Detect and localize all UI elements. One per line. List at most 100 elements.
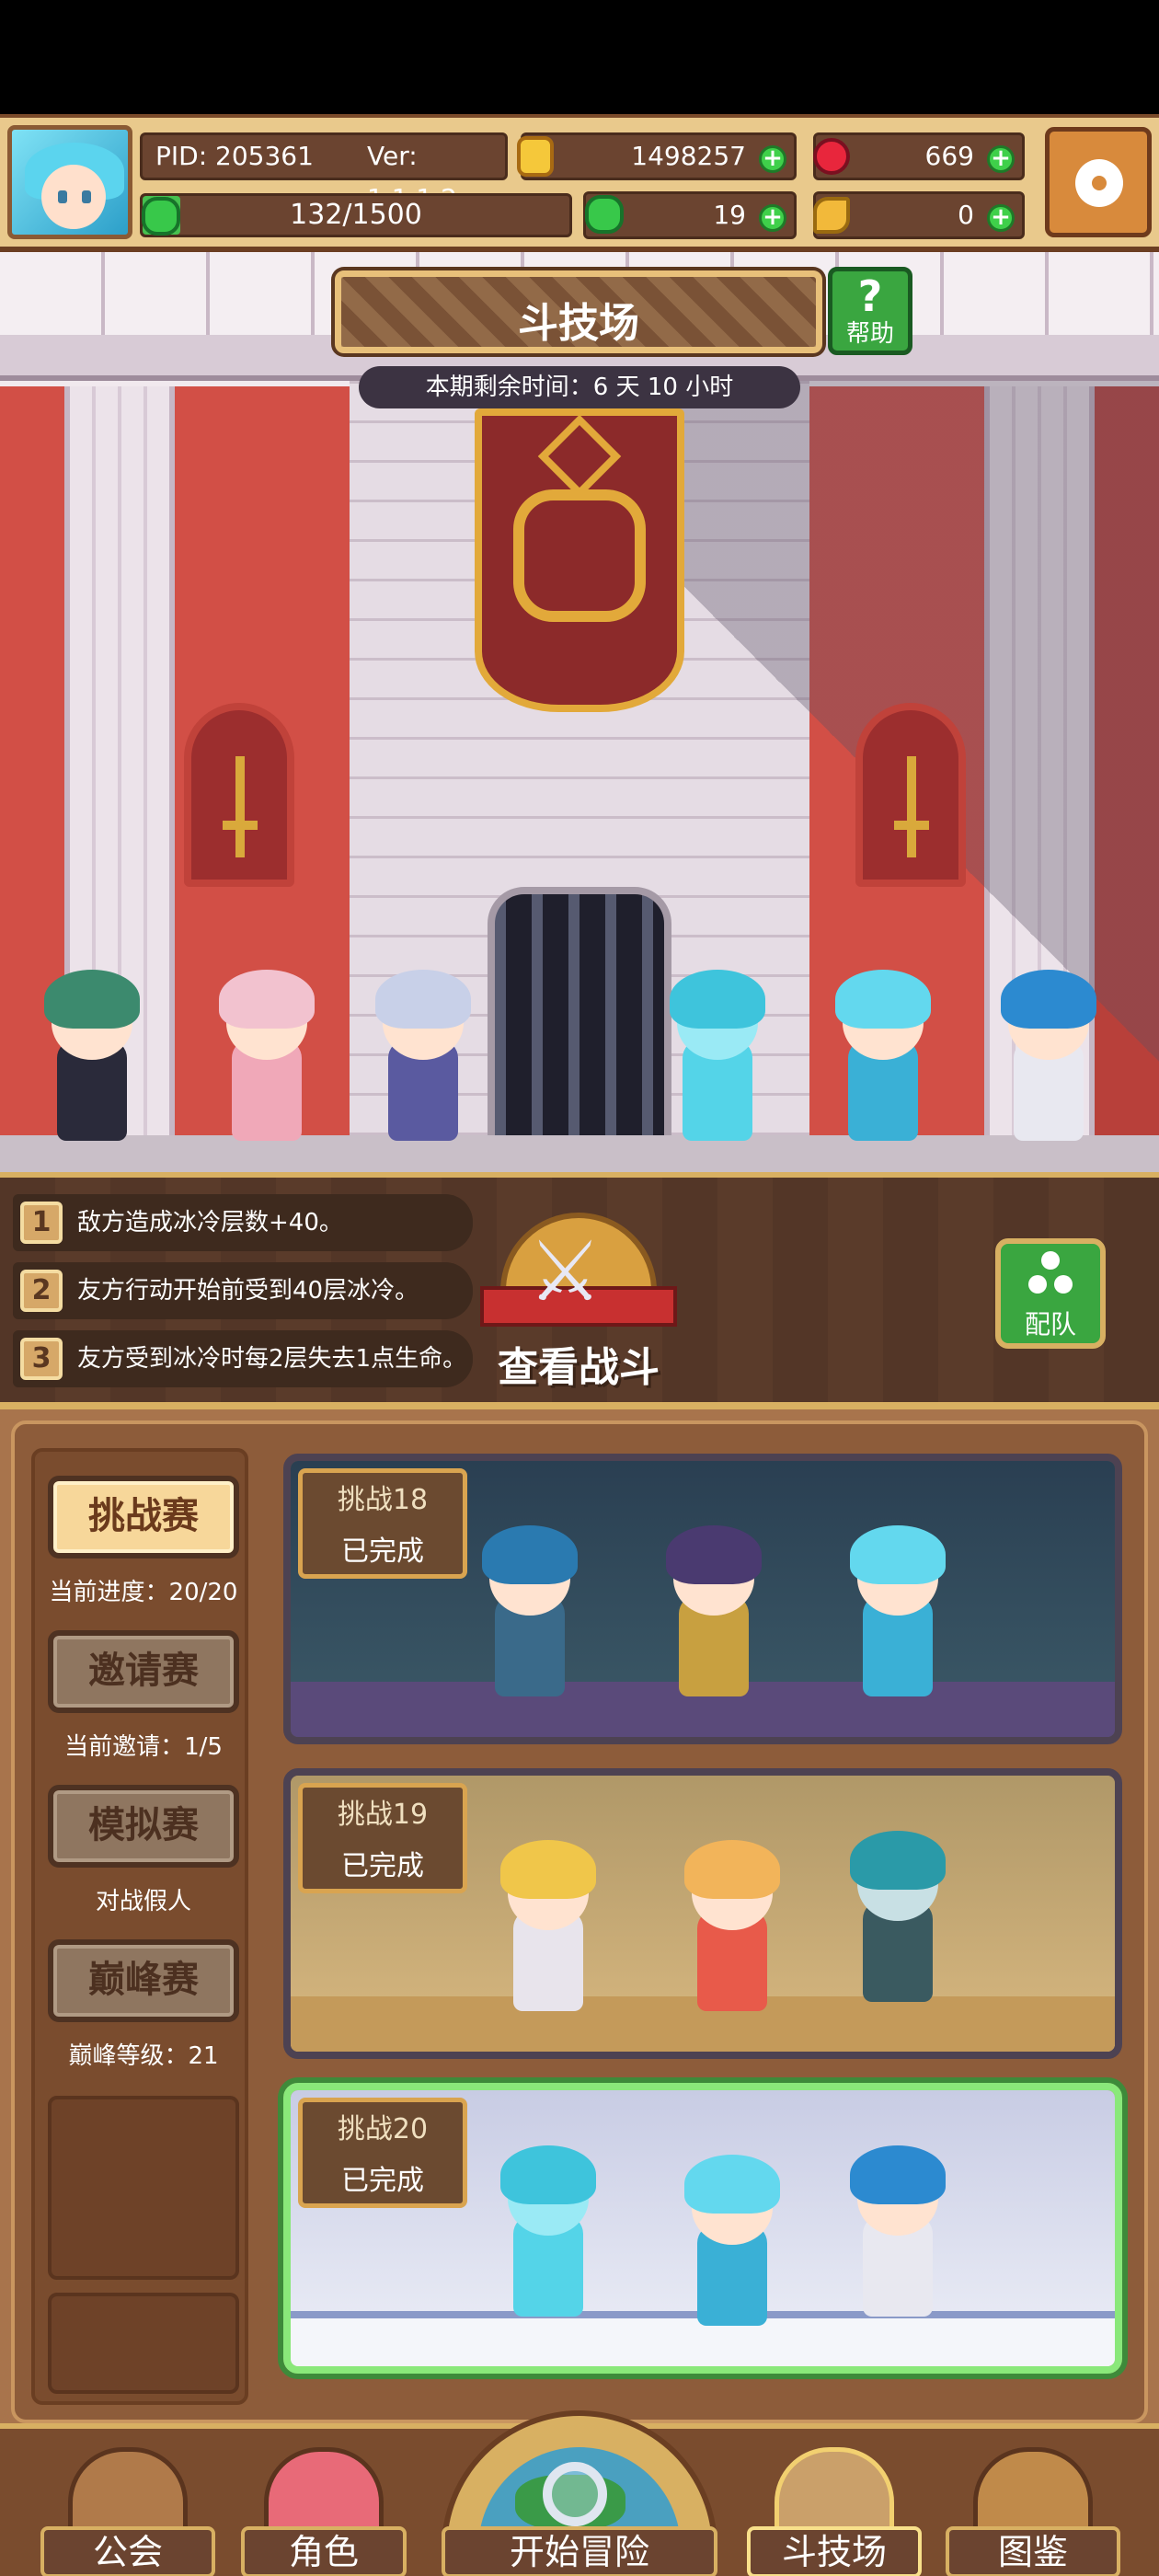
wall-niche: [855, 703, 966, 887]
rule-text: 友方行动开始前受到40层冰冷。: [77, 1277, 419, 1305]
nav-character-label: 角色: [241, 2526, 407, 2576]
hero-hair: [500, 2145, 596, 2204]
enemy-hero-ice-spirit: [493, 2136, 603, 2320]
avatar[interactable]: [7, 125, 132, 239]
challenge-status: 已完成: [341, 2165, 424, 2197]
challenge-panel: 挑战赛 当前进度：20/20 邀请赛 当前邀请：1/5 模拟赛 对战假人 巅峰赛…: [0, 1402, 1159, 2423]
challenge-label: 挑战18 已完成: [298, 1468, 467, 1579]
key-icon: [813, 197, 850, 234]
gem-amount: 669: [924, 141, 974, 171]
red-gem-icon: [813, 138, 850, 175]
rule-item: 1 敌方造成冰冷层数+40。: [13, 1194, 473, 1251]
hero-hair: [219, 970, 315, 1029]
key-amount: 0: [958, 200, 974, 230]
challenge-label: 挑战20 已完成: [298, 2098, 467, 2208]
top-hud: PID: 205361 Ver: 1.1.1.2 1498257 + 669 +…: [0, 114, 1159, 252]
avatar-eye: [58, 190, 67, 203]
mode-invitational-button[interactable]: 邀请赛: [48, 1630, 239, 1713]
gold-pill: 1498257 +: [521, 132, 797, 180]
enemy-hero-ice-maiden: [843, 1516, 953, 1700]
settings-button[interactable]: [1045, 127, 1152, 237]
challenge-status: 已完成: [341, 1850, 424, 1882]
arena-rules-panel: 1 敌方造成冰冷层数+40。 2 友方行动开始前受到40层冰冷。 3 友方受到冰…: [0, 1172, 1159, 1402]
arena-banner: [475, 408, 684, 712]
rule-text: 敌方造成冰冷层数+40。: [77, 1209, 343, 1236]
wall-niche: [184, 703, 294, 887]
season-timer: 本期剩余时间：6 天 10 小时: [359, 366, 800, 408]
enemy-hero-dragon-girl: [475, 1516, 585, 1700]
help-button[interactable]: ? 帮助: [828, 267, 912, 355]
challenge-card-20[interactable]: 挑战20 已完成: [283, 2083, 1122, 2374]
arena-title: 斗技场: [518, 300, 639, 347]
hero-hair: [850, 1525, 946, 1584]
hero-hair: [44, 970, 140, 1029]
challenge-status: 已完成: [341, 1535, 424, 1568]
challenge-name: 挑战20: [337, 2113, 429, 2145]
team-icon: [1027, 1251, 1074, 1299]
rule-text: 友方受到冰冷时每2层失去1点生命。: [77, 1345, 467, 1373]
add-gold-plus-icon[interactable]: +: [759, 145, 786, 173]
ally-hero-bear: [212, 960, 322, 1144]
team-setup-button[interactable]: 配队: [995, 1238, 1106, 1349]
ally-hero-bunny: [37, 960, 147, 1144]
add-key-plus-icon[interactable]: +: [987, 204, 1015, 232]
hero-hair: [666, 1525, 762, 1584]
nav-arena[interactable]: 斗技场: [747, 2447, 922, 2576]
avatar-eye: [82, 190, 91, 203]
nav-adventure-label: 开始冒险: [442, 2526, 717, 2576]
add-clover-plus-icon[interactable]: +: [759, 204, 786, 232]
help-label: 帮助: [845, 320, 894, 348]
arena-gate: [488, 887, 671, 1172]
mode-sidebar: 挑战赛 当前进度：20/20 邀请赛 当前邀请：1/5 模拟赛 对战假人 巅峰赛…: [31, 1448, 248, 2405]
challenge-name: 挑战19: [337, 1799, 429, 1831]
enemy-hero-cat-girl: [659, 1516, 769, 1700]
enemy-hero-blonde-knight: [493, 1831, 603, 2015]
nav-character[interactable]: 角色: [241, 2447, 407, 2576]
team-label: 配队: [1024, 1309, 1076, 1340]
rule-number: 2: [20, 1270, 63, 1312]
rule-number: 3: [20, 1338, 63, 1380]
hero-hair: [375, 970, 471, 1029]
empty-mode-slot: [48, 2293, 239, 2394]
pid-text: PID: 205361: [155, 141, 314, 171]
rule-item: 3 友方受到冰冷时每2层失去1点生命。: [13, 1330, 473, 1387]
arena-title-plaque: 斗技场: [335, 270, 822, 353]
enemy-hero-fox-girl: [677, 1831, 787, 2015]
view-battle-button[interactable]: ⚔ 查看战斗: [473, 1213, 684, 1397]
mode-challenge-progress: 当前进度：20/20: [49, 1579, 238, 1606]
stamina-text: 132/1500: [290, 199, 422, 231]
nav-codex[interactable]: 图鉴: [946, 2447, 1120, 2576]
add-gem-plus-icon[interactable]: +: [987, 145, 1015, 173]
sword-decoration-icon: [894, 756, 929, 857]
hero-hair: [850, 2145, 946, 2204]
hero-hair: [684, 2155, 780, 2214]
enemy-hero-ice-spirit: [662, 960, 773, 1144]
clover-amount: 19: [713, 200, 746, 230]
challenge-card-19[interactable]: 挑战19 已完成: [283, 1768, 1122, 2059]
nav-guild[interactable]: 公会: [40, 2447, 215, 2576]
ally-hero-lancer: [368, 960, 478, 1144]
mode-peak-button[interactable]: 巅峰赛: [48, 1939, 239, 2022]
magnifier-icon: [543, 2462, 607, 2526]
mode-challenge-button[interactable]: 挑战赛: [48, 1476, 239, 1558]
mode-invitational-status: 当前邀请：1/5: [64, 1733, 223, 1761]
nav-start-adventure[interactable]: 开始冒险: [442, 2410, 717, 2576]
hero-hair: [684, 1840, 780, 1899]
question-icon: ?: [857, 271, 883, 321]
nav-guild-label: 公会: [40, 2526, 215, 2576]
challenge-label: 挑战19 已完成: [298, 1783, 467, 1893]
stamina-bar: 132/1500: [140, 193, 572, 237]
mode-simulation-button[interactable]: 模拟赛: [48, 1785, 239, 1868]
crossed-swords-icon: ⚔: [528, 1224, 602, 1320]
stamina-clover-icon: [142, 197, 180, 236]
nav-codex-label: 图鉴: [946, 2526, 1120, 2576]
rule-item: 2 友方行动开始前受到40层冰冷。: [13, 1262, 473, 1319]
scene-floor: [0, 1135, 1159, 1172]
mode-simulation-desc: 对战假人: [95, 1888, 191, 1915]
sword-decoration-icon: [223, 756, 258, 857]
status-bar: [0, 0, 1159, 114]
gear-icon: [1075, 159, 1123, 207]
enemy-hero-ice-maiden: [677, 2145, 787, 2329]
challenge-card-18[interactable]: 挑战18 已完成: [283, 1454, 1122, 1744]
challenge-name: 挑战18: [337, 1484, 429, 1516]
